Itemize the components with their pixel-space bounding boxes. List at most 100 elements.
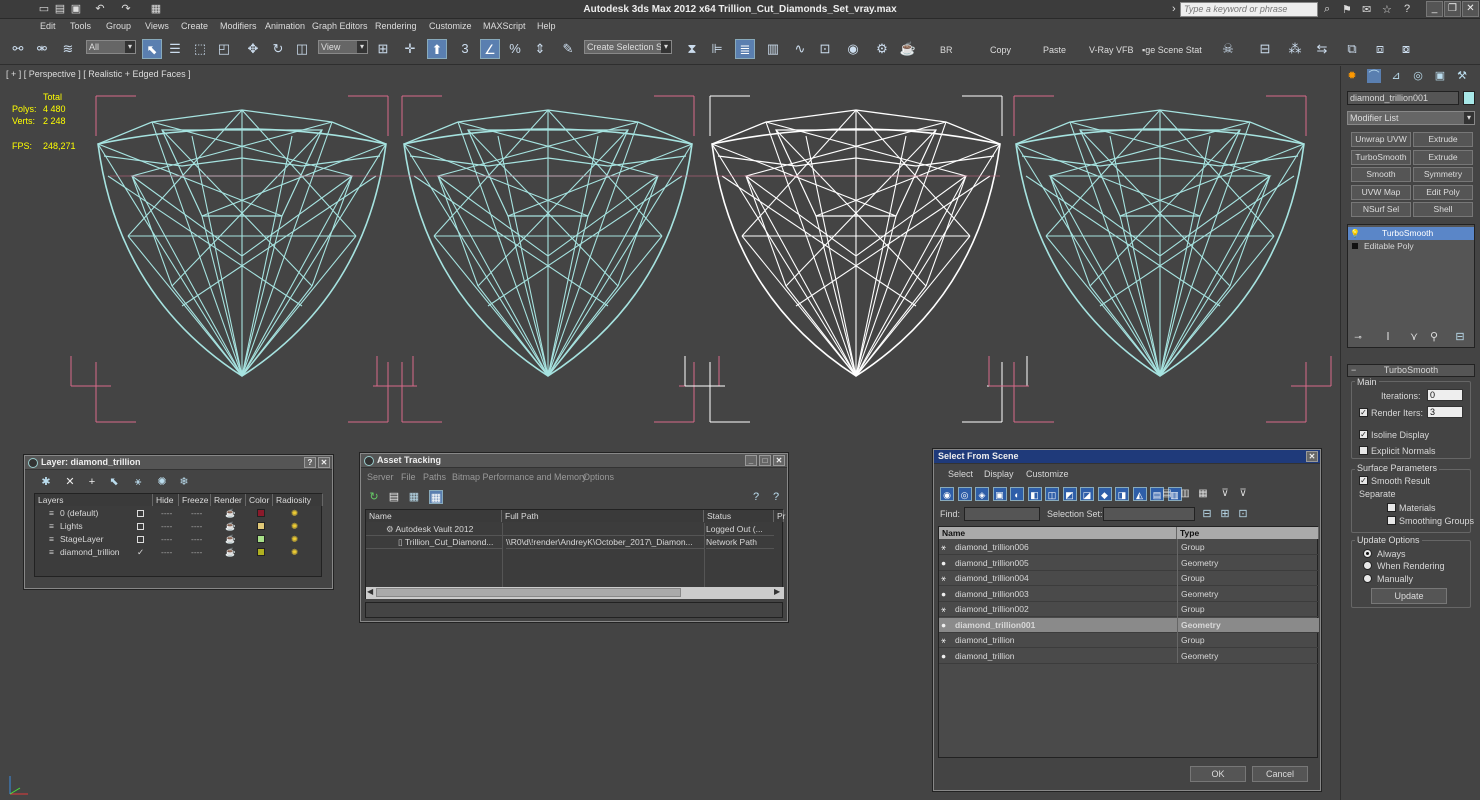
br-button[interactable]: BR — [940, 45, 953, 55]
vray-vfb-button[interactable]: V-Ray VFB — [1089, 45, 1134, 55]
close-button[interactable]: ✕ — [1462, 1, 1479, 17]
scrollbar-thumb[interactable] — [376, 588, 681, 597]
selection-filter-dropdown[interactable]: All — [86, 40, 136, 54]
col-pr[interactable]: Pr — [774, 510, 786, 522]
layer-color-swatch[interactable] — [257, 548, 265, 556]
pivot-center-icon[interactable]: ⊞ — [373, 39, 393, 59]
keyframe-set-icon[interactable]: ⧉ — [1342, 39, 1362, 59]
object-row[interactable]: ● diamond_trillion003 Geometry — [939, 587, 1319, 602]
material-editor-icon[interactable]: ◉ — [843, 39, 863, 59]
current-layer-box[interactable] — [137, 510, 144, 517]
object-row[interactable]: ⚹ diamond_trillion006 Group — [939, 540, 1319, 555]
filter-xrefs-icon[interactable]: ◩ — [1062, 487, 1077, 501]
select-scale-icon[interactable]: ◫ — [292, 39, 312, 59]
render-teapot-icon[interactable]: ☕ — [225, 507, 236, 520]
open-file-icon[interactable]: ▤ — [54, 3, 66, 15]
modifier-button-turbosmooth[interactable]: TurboSmooth — [1351, 149, 1411, 165]
favorites-icon[interactable]: ☆ — [1382, 3, 1392, 16]
hide-toggle[interactable]: ---- — [161, 520, 172, 533]
current-layer-box[interactable]: ✓ — [137, 546, 144, 557]
asset-close-button[interactable]: ✕ — [773, 455, 785, 466]
select-menu-customize[interactable]: Customize — [1026, 469, 1069, 479]
filter-groups-icon[interactable]: ◫ — [1045, 487, 1059, 501]
modifier-button-symmetry[interactable]: Symmetry — [1413, 167, 1473, 182]
select-manipulate-icon[interactable]: ✛ — [400, 39, 420, 59]
list-view-icon[interactable]: ▤ — [1160, 487, 1174, 501]
asset-menu-paths[interactable]: Paths — [423, 472, 446, 482]
menu-customize[interactable]: Customize — [429, 21, 472, 31]
object-color-swatch[interactable] — [1463, 91, 1475, 105]
layer-color-swatch[interactable] — [257, 509, 265, 517]
modifier-button-uvw-map[interactable]: UVW Map — [1351, 184, 1411, 200]
filter-frozen-icon[interactable]: ◨ — [1115, 487, 1129, 501]
filter-containers-icon[interactable]: ◆ — [1097, 487, 1112, 501]
save-file-icon[interactable]: ▣ — [70, 3, 82, 15]
freeze-toggle[interactable]: ---- — [191, 520, 202, 533]
menu-rendering[interactable]: Rendering — [375, 21, 417, 31]
keyframe-auto-icon[interactable]: ⧈ — [1370, 39, 1390, 59]
col-freeze[interactable]: Freeze — [179, 494, 211, 506]
col-object-type[interactable]: Type — [1177, 527, 1319, 539]
current-layer-box[interactable] — [137, 523, 144, 530]
diamond-trillion-wireframe-2[interactable] — [403, 109, 693, 377]
keyboard-shortcut-toggle-icon[interactable]: ⬆ — [427, 39, 447, 59]
menu-maxscript[interactable]: MAXScript — [483, 21, 526, 31]
list-view-b-icon[interactable]: ▥ — [1178, 487, 1192, 501]
col-radiosity[interactable]: Radiosity — [273, 494, 323, 506]
filter-helpers-icon[interactable]: ◐ — [1010, 487, 1024, 501]
asset-row-vault[interactable]: ⚙ Autodesk Vault 2012 — [366, 523, 502, 536]
selset-icon-a[interactable]: ⊟ — [1200, 507, 1214, 521]
col-color[interactable]: Color — [246, 494, 273, 506]
remove-modifier-icon[interactable]: ⚲ — [1427, 330, 1441, 344]
modifier-button-nsurf-sel[interactable]: NSurf Sel — [1351, 202, 1411, 217]
rollout-turbosmooth-header[interactable]: − TurboSmooth — [1347, 364, 1475, 377]
menu-group[interactable]: Group — [106, 21, 131, 31]
modify-tab-icon[interactable]: ⌒ — [1367, 69, 1381, 83]
object-name-field[interactable]: diamond_trillion001 — [1347, 91, 1459, 105]
align-icon[interactable]: ⊫ — [707, 39, 727, 59]
render-teapot-icon[interactable]: ☕ — [225, 533, 236, 546]
schematic-view-icon[interactable]: ⊡ — [815, 39, 835, 59]
spinner-snap-icon[interactable]: ⇕ — [530, 39, 550, 59]
container-icon[interactable]: ⊟ — [1255, 39, 1275, 59]
object-row[interactable]: ● diamond_trillion001 Geometry — [939, 617, 1319, 633]
list-view-c-icon[interactable]: ▦ — [1196, 487, 1210, 501]
stack-item-editable-poly[interactable]: Editable Poly — [1348, 240, 1474, 253]
add-to-layer-icon[interactable]: + — [85, 475, 99, 489]
explicit-normals-checkbox[interactable] — [1359, 446, 1368, 455]
configure-sets-icon[interactable]: ⊟ — [1453, 330, 1467, 344]
layer-panel-header[interactable]: Layer: diamond_trillion ? ✕ — [25, 456, 332, 470]
minimize-button[interactable]: _ — [1426, 1, 1443, 17]
select-object-icon[interactable]: ⬉ — [142, 39, 162, 59]
modifier-button-smooth[interactable]: Smooth — [1351, 167, 1411, 182]
select-menu-display[interactable]: Display — [984, 469, 1014, 479]
freeze-toggle[interactable]: ---- — [191, 533, 202, 546]
render-setup-icon[interactable]: ⚙ — [872, 39, 892, 59]
render-production-icon[interactable]: ☕ — [898, 39, 918, 59]
layer-row[interactable]: ≡ 0 (default) ---- ---- ☕ ✺ — [35, 507, 323, 520]
layer-row[interactable]: ≡ Lights ---- ---- ☕ ✺ — [35, 520, 323, 533]
asset-h-scrollbar[interactable]: ◀ ▶ — [366, 587, 784, 599]
object-row[interactable]: ● diamond_trillion Geometry — [939, 649, 1319, 664]
filter-shapes-icon[interactable]: ◎ — [957, 487, 972, 501]
cancel-button[interactable]: Cancel — [1252, 766, 1308, 782]
asset-maximize-button[interactable]: □ — [759, 455, 771, 466]
window-crossing-icon[interactable]: ◰ — [214, 39, 234, 59]
layer-row[interactable]: ≡ diamond_trillion ✓ ---- ---- ☕ ✺ — [35, 546, 323, 559]
radiosity-icon[interactable]: ✺ — [291, 533, 298, 546]
copy-button[interactable]: Copy — [990, 45, 1011, 55]
vault-help-icon[interactable]: ? — [749, 490, 763, 504]
select-highlighted-icon[interactable]: ⬉ — [107, 475, 121, 489]
paste-button[interactable]: Paste — [1043, 45, 1066, 55]
scene-stat-button[interactable]: ▪ge Scene Stat — [1142, 45, 1202, 55]
asset-row-maxfile[interactable]: ▯ Trillion_Cut_Diamond... — [366, 536, 502, 549]
scroll-left-icon[interactable]: ◀ — [367, 587, 373, 596]
communication-icon[interactable]: ✉ — [1362, 3, 1371, 16]
diamond-trillion-wireframe-1[interactable] — [97, 109, 387, 377]
layer-color-swatch[interactable] — [257, 522, 265, 530]
col-render[interactable]: Render — [211, 494, 246, 506]
scroll-right-icon[interactable]: ▶ — [774, 587, 780, 596]
filter-toggle-icon[interactable]: ⊽ — [1218, 487, 1232, 501]
snaps-toggle-icon[interactable]: 3 — [455, 39, 475, 59]
percent-snap-icon[interactable]: % — [505, 39, 525, 59]
